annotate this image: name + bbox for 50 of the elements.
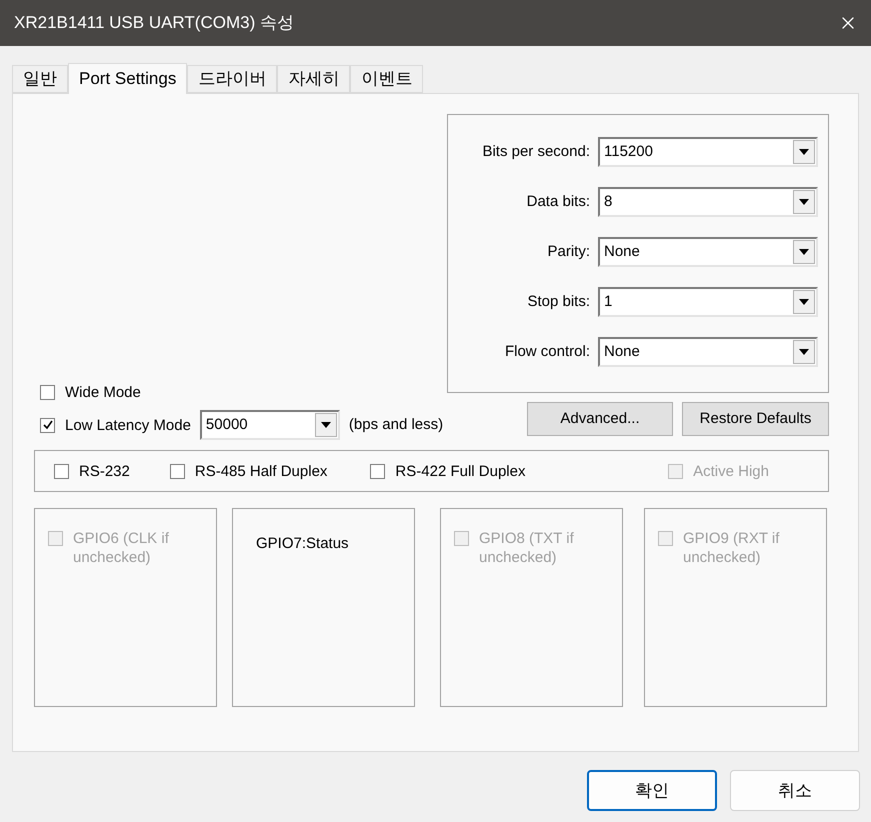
field-hint: (bps and less) (348, 414, 444, 435)
dropdown-value: None (603, 242, 641, 262)
window-title: XR21B1411 USB UART(COM3) 속성 (13, 12, 294, 34)
checkbox[interactable] (370, 464, 386, 478)
dropdown[interactable]: 50000 (200, 410, 340, 440)
dropdown-value: 8 (603, 192, 614, 212)
field-label: Parity: (547, 242, 590, 262)
caret-icon (793, 190, 815, 214)
caret-icon (793, 140, 815, 164)
dialog-button[interactable]: 확인 (587, 770, 717, 811)
checkbox[interactable] (40, 385, 55, 400)
caret-icon (314, 413, 337, 437)
checkbox-label: GPIO8 (TXT if unchecked) (479, 529, 575, 567)
dropdown[interactable]: 8 (598, 187, 818, 217)
checkbox-label: RS-485 Half Duplex (194, 462, 328, 480)
field-label: Bits per second: (482, 142, 590, 162)
checkbox-label: Wide Mode (65, 383, 141, 402)
dropdown-value: 115200 (603, 142, 654, 162)
dropdown[interactable]: 1 (598, 287, 818, 317)
tab[interactable]: 이벤트 (350, 65, 424, 93)
action-button[interactable]: Restore Defaults (682, 402, 829, 436)
dropdown-value: 1 (603, 292, 614, 312)
tab[interactable]: 자세히 (277, 65, 350, 93)
checkbox-label: GPIO6 (CLK if unchecked) (73, 529, 170, 567)
tab[interactable]: 일반 (12, 65, 68, 93)
checkbox-label: GPIO9 (RXT if unchecked) (683, 529, 780, 567)
field-label: Stop bits: (527, 292, 590, 312)
dropdown-value: 50000 (204, 414, 249, 435)
caret-icon (793, 240, 815, 264)
checkbox-label: RS-232 (79, 462, 130, 480)
checkbox[interactable] (40, 418, 55, 432)
dropdown[interactable]: None (598, 337, 818, 367)
field-label: Flow control: (504, 342, 590, 362)
checkbox[interactable] (170, 464, 185, 478)
checkbox-label: Active High (693, 462, 769, 480)
caret-icon (793, 290, 815, 314)
caret-icon (793, 340, 815, 364)
tab[interactable]: 드라이버 (187, 65, 278, 93)
checkbox[interactable] (54, 464, 69, 478)
status-label: GPIO7:Status (256, 535, 349, 552)
field-label: Data bits: (526, 192, 590, 212)
dropdown-value: None (603, 342, 641, 362)
tab[interactable]: Port Settings (68, 63, 188, 94)
checkmark-icon (42, 420, 52, 430)
dropdown[interactable]: 115200 (598, 137, 818, 167)
checkbox-label: Low Latency Mode (65, 416, 191, 434)
dialog-button[interactable]: 취소 (730, 770, 860, 811)
dropdown[interactable]: None (598, 237, 818, 267)
action-button[interactable]: Advanced... (527, 402, 673, 436)
checkbox-label: RS-422 Full Duplex (395, 462, 526, 480)
